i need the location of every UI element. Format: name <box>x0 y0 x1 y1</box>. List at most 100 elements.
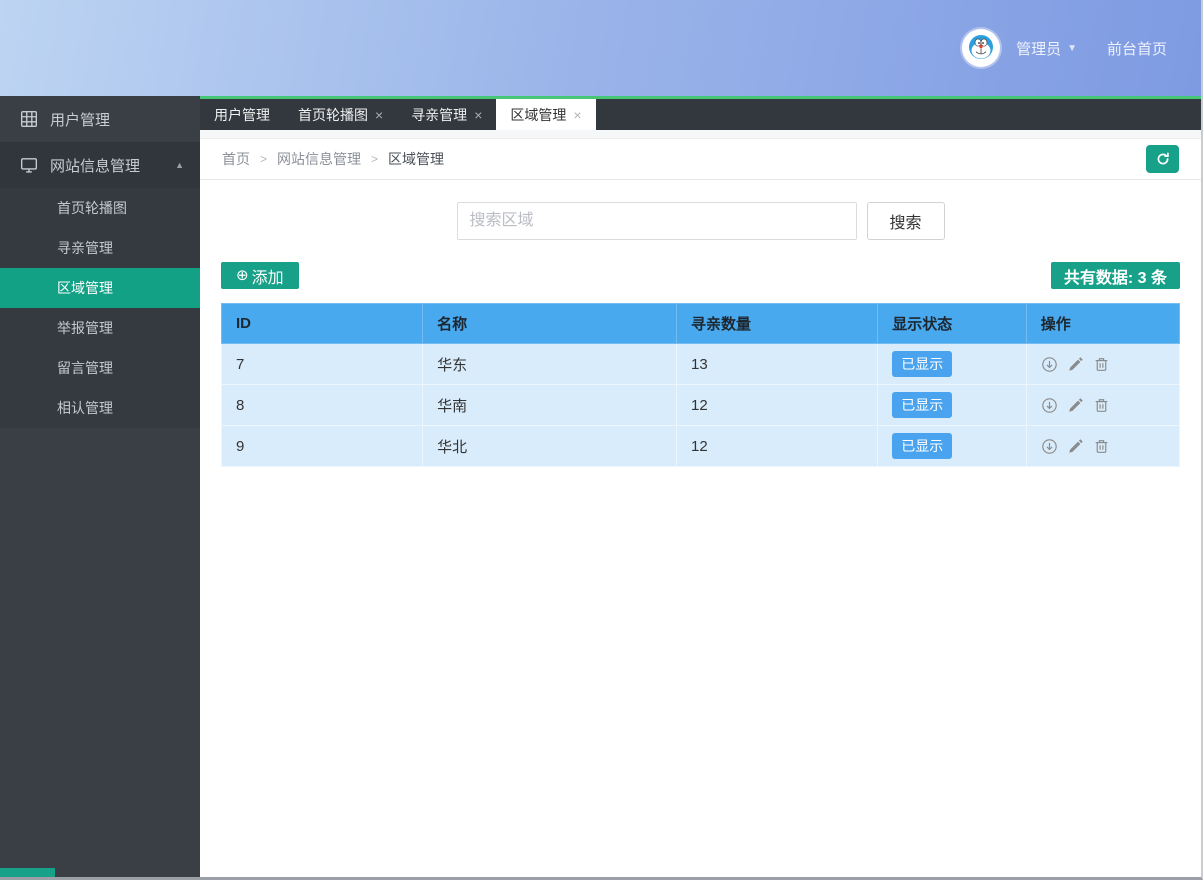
status-badge: 已显示 <box>892 433 953 459</box>
cell-name: 华东 <box>422 343 678 385</box>
cell-status: 已显示 <box>877 425 1027 467</box>
cell-count: 13 <box>676 343 879 385</box>
close-icon[interactable]: × <box>375 107 383 123</box>
add-button-label: 添加 <box>251 269 284 287</box>
cell-actions <box>1025 425 1181 467</box>
tab-bar: 用户管理 首页轮播图 × 寻亲管理 × 区域管理 × <box>200 96 1201 130</box>
sidebar-scrollbar[interactable] <box>0 868 55 877</box>
cell-name: 华北 <box>422 425 678 467</box>
doraemon-avatar-icon <box>969 35 994 59</box>
sidebar-item-label: 网站信息管理 <box>50 157 141 175</box>
breadcrumb-bar: 首页 > 网站信息管理 > 区域管理 <box>200 138 1201 180</box>
table-row: 7 华东 13 已显示 <box>220 343 1181 385</box>
breadcrumb-home[interactable]: 首页 <box>222 149 250 169</box>
sidebar-item-message-management[interactable]: 留言管理 <box>0 348 200 388</box>
cell-status: 已显示 <box>877 384 1027 426</box>
column-header-count: 寻亲数量 <box>676 303 879 344</box>
sidebar-submenu: 首页轮播图 寻亲管理 区域管理 举报管理 留言管理 相认管理 <box>0 188 200 428</box>
tab-label: 首页轮播图 <box>298 106 368 123</box>
column-header-name: 名称 <box>422 303 678 344</box>
tab-label: 寻亲管理 <box>411 106 468 123</box>
breadcrumb-separator: > <box>260 152 268 166</box>
pencil-icon[interactable] <box>1067 397 1084 414</box>
chevron-up-icon: ▲ <box>175 160 184 170</box>
table-row: 9 华北 12 已显示 <box>220 425 1181 467</box>
column-header-status: 显示状态 <box>877 303 1027 344</box>
breadcrumb-site-info[interactable]: 网站信息管理 <box>277 149 361 169</box>
trash-icon[interactable] <box>1093 438 1110 455</box>
admin-label: 管理员 <box>1016 40 1062 58</box>
frontend-home-link[interactable]: 前台首页 <box>1107 38 1167 59</box>
avatar[interactable] <box>962 29 1001 67</box>
refresh-button[interactable] <box>1146 145 1179 173</box>
cell-count: 12 <box>676 425 879 467</box>
cell-actions <box>1025 384 1181 426</box>
chevron-down-icon: ▼ <box>1067 42 1077 54</box>
tab-user-management[interactable]: 用户管理 <box>200 99 284 130</box>
breadcrumb-separator: > <box>371 152 379 166</box>
sidebar-item-reunion-management[interactable]: 相认管理 <box>0 388 200 428</box>
submenu-label: 区域管理 <box>57 280 113 296</box>
submenu-label: 相认管理 <box>57 400 113 416</box>
cell-count: 12 <box>676 384 879 426</box>
breadcrumb: 首页 > 网站信息管理 > 区域管理 <box>222 149 444 169</box>
pencil-icon[interactable] <box>1067 438 1084 455</box>
body-row: 用户管理 网站信息管理 ▲ 首页轮播图 寻亲管理 区域管理 举报管理 留言管理 … <box>0 96 1201 877</box>
trash-icon[interactable] <box>1093 356 1110 373</box>
monitor-icon <box>20 156 38 174</box>
sidebar-item-home-carousel[interactable]: 首页轮播图 <box>0 188 200 228</box>
admin-dropdown[interactable]: 管理员 ▼ <box>1016 38 1077 59</box>
grid-icon <box>20 110 38 128</box>
pencil-icon[interactable] <box>1067 356 1084 373</box>
table-row: 8 华南 12 已显示 <box>220 384 1181 426</box>
main-area: 用户管理 首页轮播图 × 寻亲管理 × 区域管理 × 首页 > 网站信息管理 >… <box>200 96 1201 877</box>
search-row: 搜索 <box>221 202 1180 240</box>
tab-seek-management[interactable]: 寻亲管理 × <box>397 99 496 130</box>
toolbar-row: ⊕ 添加 共有数据: 3 条 <box>221 262 1180 289</box>
submenu-label: 留言管理 <box>57 360 113 376</box>
header-right-group: 管理员 ▼ 前台首页 <box>962 29 1167 67</box>
column-header-id: ID <box>220 303 424 344</box>
status-badge: 已显示 <box>892 392 953 418</box>
circle-down-icon[interactable] <box>1041 397 1058 414</box>
cell-id: 8 <box>220 384 424 426</box>
close-icon[interactable]: × <box>573 107 581 123</box>
sidebar-item-seek-management[interactable]: 寻亲管理 <box>0 228 200 268</box>
status-badge: 已显示 <box>892 351 953 377</box>
close-icon[interactable]: × <box>474 107 482 123</box>
total-count-badge: 共有数据: 3 条 <box>1050 262 1180 289</box>
cell-status: 已显示 <box>877 343 1027 385</box>
refresh-icon <box>1157 152 1169 165</box>
tab-label: 区域管理 <box>510 106 567 123</box>
trash-icon[interactable] <box>1093 397 1110 414</box>
cell-actions <box>1025 343 1181 385</box>
sidebar-item-label: 用户管理 <box>50 111 111 129</box>
cell-id: 7 <box>220 343 424 385</box>
tab-label: 用户管理 <box>214 106 270 123</box>
circle-down-icon[interactable] <box>1041 438 1058 455</box>
plus-circle-icon: ⊕ <box>236 267 249 284</box>
row-actions <box>1041 397 1179 414</box>
content-panel: 搜索 ⊕ 添加 共有数据: 3 条 ID <box>200 180 1201 877</box>
sidebar-item-site-info-management[interactable]: 网站信息管理 ▲ <box>0 142 200 188</box>
top-header: 管理员 ▼ 前台首页 <box>0 0 1201 96</box>
cell-name: 华南 <box>422 384 678 426</box>
row-actions <box>1041 356 1179 373</box>
submenu-label: 首页轮播图 <box>57 200 127 216</box>
circle-down-icon[interactable] <box>1041 356 1058 373</box>
region-table: ID 名称 寻亲数量 显示状态 操作 7 华东 13 已显示 8 华南 12 已… <box>220 303 1181 467</box>
tab-region-management[interactable]: 区域管理 × <box>496 99 596 130</box>
submenu-label: 举报管理 <box>57 320 113 336</box>
row-actions <box>1041 438 1179 455</box>
add-button[interactable]: ⊕ 添加 <box>221 262 299 289</box>
search-button[interactable]: 搜索 <box>866 202 945 240</box>
search-input[interactable] <box>456 202 857 240</box>
app-root: 管理员 ▼ 前台首页 用户管理 网站信息管理 ▲ 首页轮播图 寻亲管理 区域管理… <box>0 0 1203 880</box>
tab-home-carousel[interactable]: 首页轮播图 × <box>284 99 397 130</box>
table-header-row: ID 名称 寻亲数量 显示状态 操作 <box>220 303 1181 344</box>
sidebar-item-region-management[interactable]: 区域管理 <box>0 268 200 308</box>
cell-id: 9 <box>220 425 424 467</box>
sidebar-item-user-management[interactable]: 用户管理 <box>0 96 200 142</box>
column-header-actions: 操作 <box>1025 303 1181 344</box>
sidebar-item-report-management[interactable]: 举报管理 <box>0 308 200 348</box>
